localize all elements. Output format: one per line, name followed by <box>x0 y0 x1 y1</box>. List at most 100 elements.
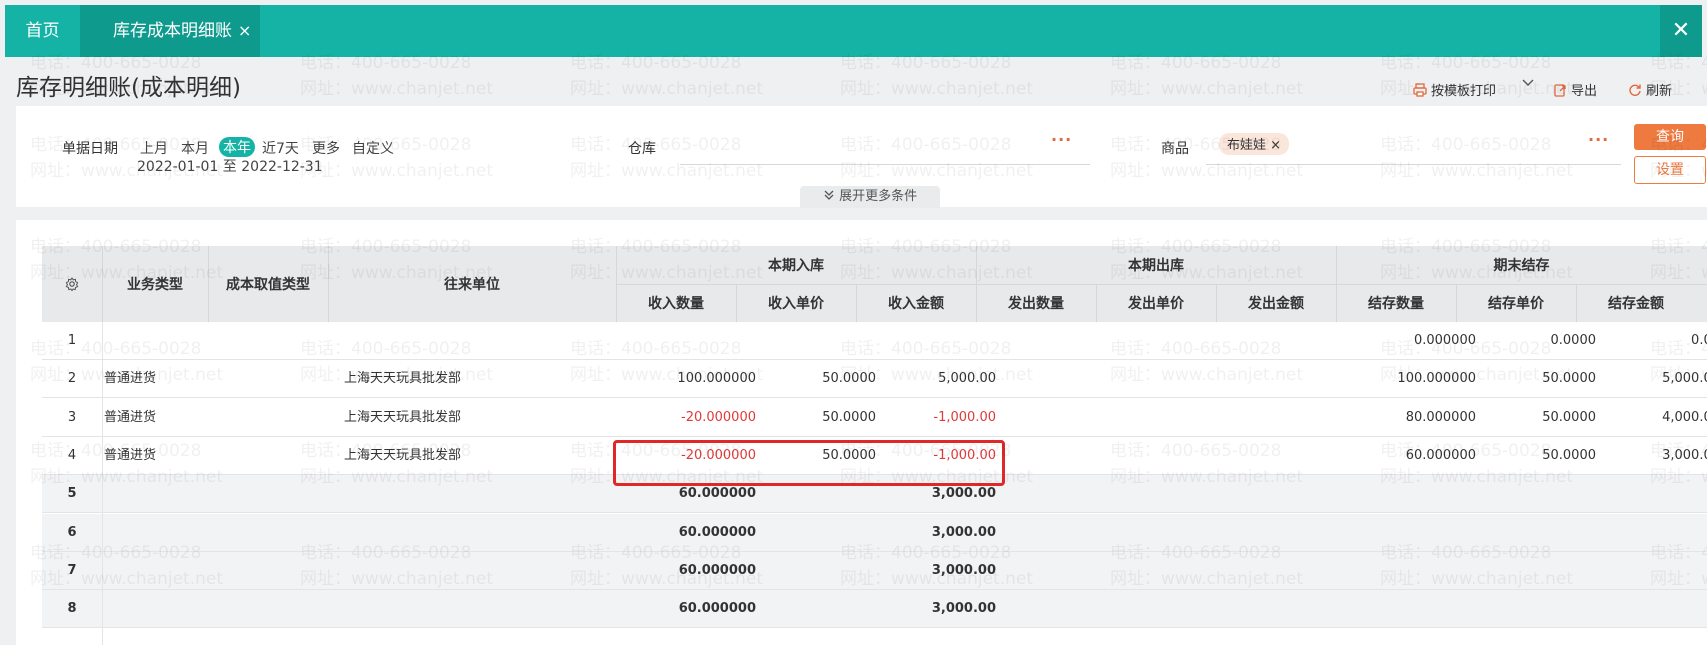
row-number: 8 <box>67 601 77 617</box>
table-row[interactable]: 1 0.000000 0.0000 0.00 <box>42 322 1707 360</box>
warehouse-input[interactable] <box>680 164 1090 165</box>
header-divider <box>1096 284 1097 322</box>
header-divider <box>1456 284 1457 322</box>
warehouse-more-icon[interactable]: ··· <box>1051 130 1072 149</box>
table-row[interactable]: 7 60.000000 3,000.00 <box>42 551 1707 590</box>
cell-in-amt: 3,000.00 <box>931 601 996 617</box>
cell-bal-qty: 0.000000 <box>1413 333 1476 348</box>
product-label: 商品 <box>1161 141 1189 157</box>
print-template-button[interactable]: 按模板打印 <box>1413 80 1496 99</box>
cell-bal-qty: 80.000000 <box>1405 409 1476 425</box>
cell-bal-price: 50.0000 <box>1542 447 1596 463</box>
header-group-divider <box>616 284 1707 285</box>
cell-party <box>344 514 604 552</box>
cell-out-price <box>1096 590 1236 628</box>
header-out-price: 发出单价 <box>1128 296 1184 312</box>
cell-party: 上海天天玩具批发部 <box>344 371 462 387</box>
cell-bal-amt <box>1576 475 1707 513</box>
cell-out-qty <box>976 552 1116 590</box>
header-out-qty: 发出数量 <box>1008 296 1064 312</box>
gear-icon <box>65 277 79 291</box>
cell-type <box>104 590 244 628</box>
product-tag-label: 布娃娃 <box>1227 138 1267 153</box>
cell-type <box>104 322 244 360</box>
cell-bal-qty <box>1336 514 1476 552</box>
expand-more-conditions-button[interactable]: 展开更多条件 <box>800 186 940 208</box>
header-divider <box>1216 284 1217 322</box>
settings-button[interactable]: 设置 <box>1634 156 1706 184</box>
header-in-amount: 收入金额 <box>888 296 944 312</box>
date-chip-this-year[interactable]: 本年 <box>219 137 255 157</box>
cell-type: 普通进货 <box>104 447 157 463</box>
table-row[interactable]: 2 普通进货 上海天天玩具批发部 100.000000 50.0000 5,000.00 1… <box>42 360 1707 399</box>
cell-party <box>344 322 604 360</box>
date-chip-last-7-days[interactable]: 近7天 <box>262 138 299 158</box>
tab-inventory-cost-ledger[interactable]: 库存成本明细账 × <box>80 5 260 57</box>
cell-bal-price <box>1456 475 1596 513</box>
cell-bal-amt: 4,000.00 <box>1662 409 1707 425</box>
cell-out-amt <box>1216 399 1356 437</box>
cell-bal-price: 50.0000 <box>1542 409 1596 425</box>
date-filter-label: 单据日期 <box>62 141 118 157</box>
product-more-icon[interactable]: ··· <box>1588 130 1609 149</box>
cell-bal-amt <box>1576 514 1707 552</box>
refresh-icon <box>1629 84 1641 96</box>
date-range-value: 2022-01-01 至 2022-12-31 <box>137 159 323 175</box>
cell-in-amt: 3,000.00 <box>931 562 996 578</box>
cell-bal-price <box>1456 514 1596 552</box>
cell-in-price: 50.0000 <box>822 409 876 425</box>
date-chip-last-month[interactable]: 上月 <box>140 138 168 158</box>
cell-bal-amt: 3,000.00 <box>1662 447 1707 463</box>
cell-in-amt <box>856 322 996 360</box>
export-icon <box>1554 83 1566 97</box>
header-balance-qty: 结存数量 <box>1368 296 1424 312</box>
header-counterparty: 往来单位 <box>444 277 500 293</box>
cell-out-amt <box>1216 514 1356 552</box>
tag-remove-icon[interactable]: × <box>1270 138 1281 153</box>
product-input[interactable] <box>1206 164 1621 165</box>
header-divider <box>102 246 103 322</box>
column-settings-icon[interactable] <box>42 246 102 322</box>
cell-bal-qty <box>1336 552 1476 590</box>
date-chip-this-month[interactable]: 本月 <box>181 138 209 158</box>
print-dropdown-icon[interactable] <box>1522 78 1534 88</box>
cell-out-amt <box>1216 552 1356 590</box>
header-in-qty: 收入数量 <box>648 296 704 312</box>
header-cost-type: 成本取值类型 <box>226 277 310 293</box>
window-close-icon[interactable]: ✕ <box>1660 5 1702 57</box>
tab-label: 库存成本明细账 <box>113 21 232 41</box>
cell-out-amt <box>1216 360 1356 398</box>
cell-type: 普通进货 <box>104 409 157 425</box>
date-chip-more[interactable]: 更多 <box>312 138 340 158</box>
row-number: 5 <box>67 486 77 502</box>
double-chevron-down-icon <box>824 190 834 200</box>
cell-out-qty <box>976 322 1116 360</box>
watermark-site: 网址：www.chanjet.net <box>840 79 1034 99</box>
header-divider <box>856 284 857 322</box>
cell-out-price <box>1096 322 1236 360</box>
row-number: 1 <box>67 333 77 348</box>
table-row[interactable]: 6 60.000000 3,000.00 <box>42 513 1707 552</box>
tab-close-icon[interactable]: × <box>238 21 251 40</box>
export-button[interactable]: 导出 <box>1553 80 1597 99</box>
cell-in-amt: 3,000.00 <box>931 524 996 540</box>
cell-bal-qty <box>1336 590 1476 628</box>
product-tag[interactable]: 布娃娃 × <box>1219 133 1290 155</box>
tab-home[interactable]: 首页 <box>5 5 80 57</box>
table-row[interactable]: 3 普通进货 上海天天玩具批发部 -20.000000 50.0000 -1,000.00… <box>42 399 1707 437</box>
query-button[interactable]: 查询 <box>1634 124 1706 150</box>
cell-out-amt <box>1216 475 1356 513</box>
highlight-box <box>613 440 1005 486</box>
cell-type <box>104 475 244 513</box>
watermark-site: 网址：www.chanjet.net <box>570 79 764 99</box>
cell-party: 上海天天玩具批发部 <box>344 447 462 463</box>
row-number: 2 <box>67 371 77 387</box>
row-number: 3 <box>67 409 77 425</box>
warehouse-label: 仓库 <box>628 141 656 157</box>
date-chip-custom[interactable]: 自定义 <box>352 138 394 158</box>
table-row[interactable]: 8 60.000000 3,000.00 <box>42 590 1707 629</box>
cell-in-qty: 60.000000 <box>678 601 756 617</box>
refresh-button[interactable]: 刷新 <box>1628 80 1672 99</box>
cell-in-qty: 60.000000 <box>678 524 756 540</box>
cell-bal-amt: 0.00 <box>1691 333 1707 348</box>
